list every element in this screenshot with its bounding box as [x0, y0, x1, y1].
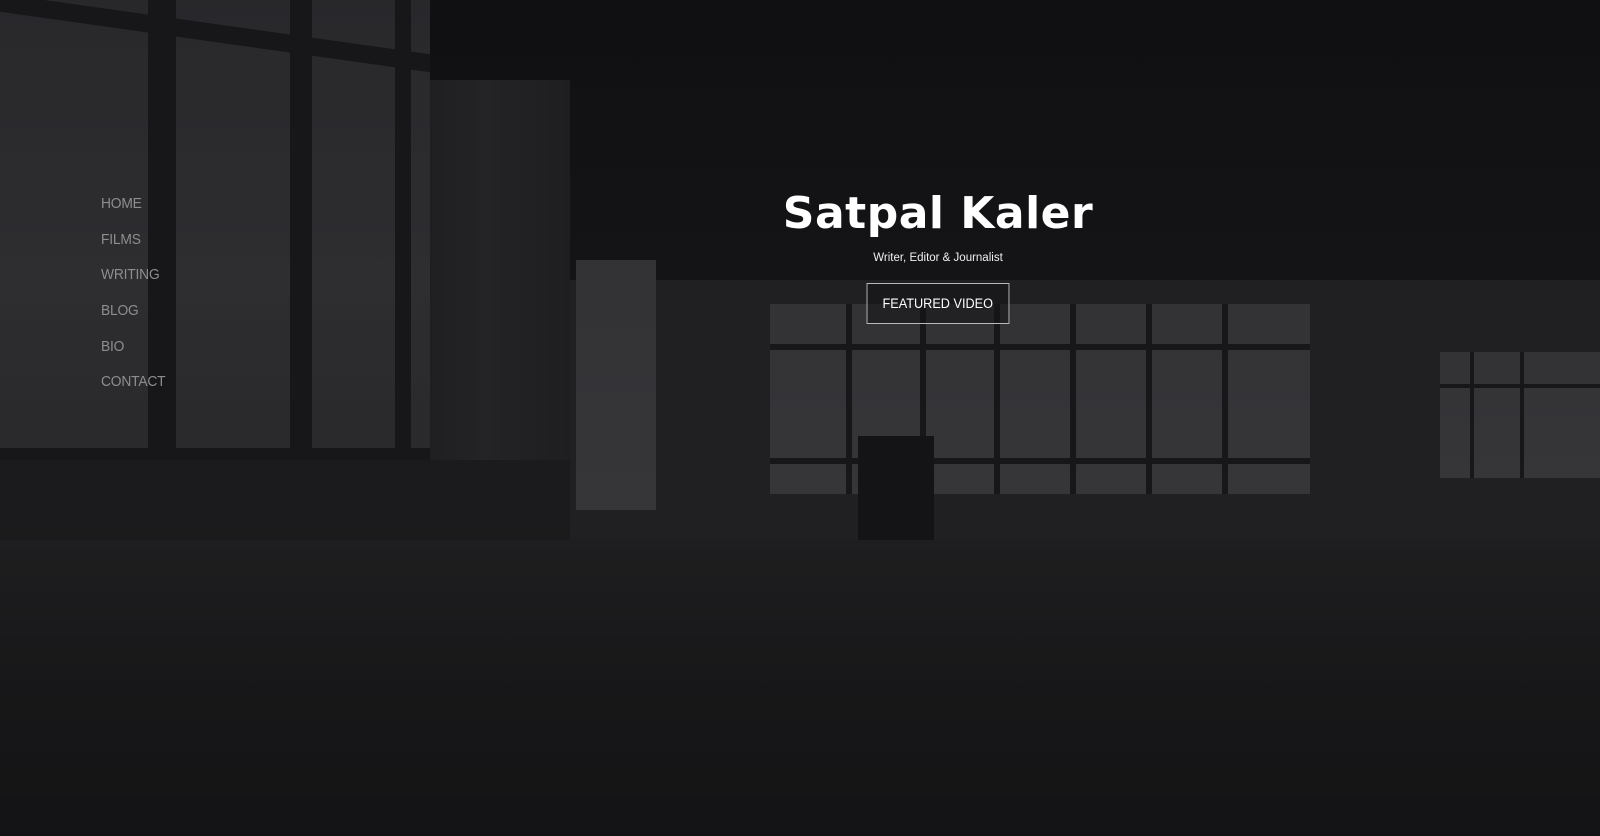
- nav-item-writing[interactable]: WRITING: [101, 257, 165, 293]
- nav-item-home[interactable]: HOME: [101, 186, 165, 222]
- nav-item-blog[interactable]: BLOG: [101, 293, 165, 329]
- nav-item-films[interactable]: FILMS: [101, 222, 165, 258]
- featured-video-button[interactable]: FEATURED VIDEO: [866, 283, 1010, 324]
- background-overlay: [0, 0, 1600, 836]
- nav-item-contact[interactable]: CONTACT: [101, 364, 166, 400]
- page: HOME FILMS WRITING BLOG BIO CONTACT Satp…: [0, 0, 1600, 836]
- hero-section: Satpal Kaler Writer, Editor & Journalist…: [738, 184, 1138, 324]
- main-navigation: HOME FILMS WRITING BLOG BIO CONTACT: [101, 186, 171, 400]
- hero-subtitle: Writer, Editor & Journalist: [873, 252, 1003, 264]
- hero-title: Satpal Kaler: [782, 188, 1094, 239]
- nav-item-bio[interactable]: BIO: [101, 329, 165, 365]
- background-scene: [0, 0, 1600, 836]
